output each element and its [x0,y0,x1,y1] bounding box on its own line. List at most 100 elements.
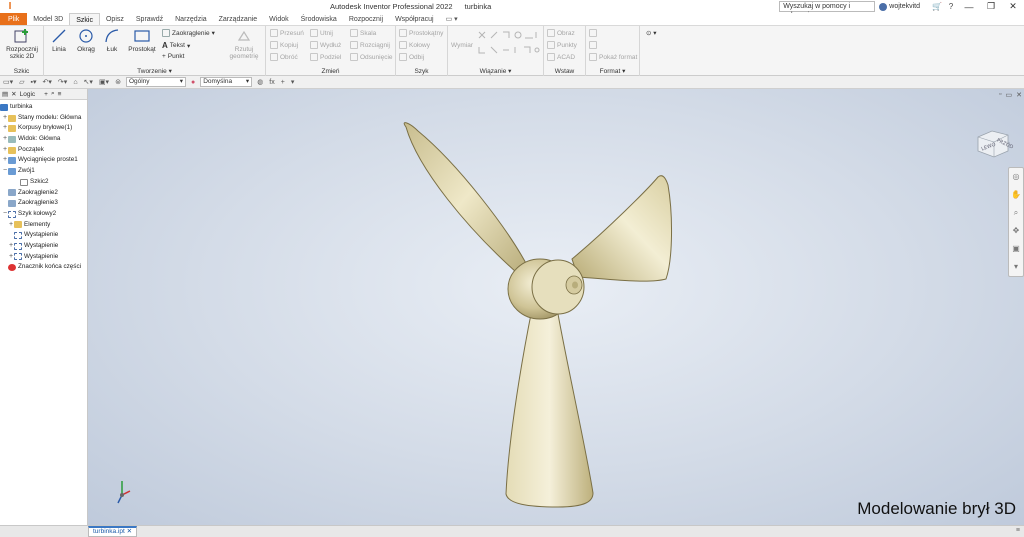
home-icon[interactable]: ⌂ [73,79,77,86]
arc-button[interactable]: Łuk [101,28,123,53]
rectangular-pattern-button[interactable]: Prostokątny [399,29,443,37]
appearance-icon[interactable]: ● [191,79,195,86]
style-icon[interactable]: ⊜ [115,78,121,86]
tree-item[interactable]: + Początek [0,145,87,156]
style-select[interactable]: Ogólny ▾ [125,77,186,87]
centerline-button[interactable] [589,41,597,49]
tree-item[interactable]: + Korpusy bryłowe(1) [0,123,87,134]
doc-tab-turbinka[interactable]: turbinka.ipt ✕ [88,526,138,537]
tree-item[interactable]: Znacznik końca części [0,262,87,273]
scale-button[interactable]: Skala [350,29,376,37]
text-button[interactable]: A Tekst ▾ [162,41,190,50]
rectangle-button[interactable]: Prostokąt [126,28,158,53]
fillet-button[interactable]: Zaokrąglenie ▾ [162,29,215,37]
tab-zarzadzanie[interactable]: Zarządzanie [213,13,264,25]
tree-item[interactable]: Szkic2 [0,177,87,188]
save-icon[interactable]: ▪▾ [31,78,37,86]
tree-item[interactable]: − Zwój1 [0,166,87,177]
trim-button[interactable]: Utnij [310,29,333,37]
open-icon[interactable]: ▱ [19,78,24,86]
ribbon-options-icon[interactable]: ▭ ▾ [446,13,458,25]
mirror-button[interactable]: Odbij [399,53,424,61]
tree-item[interactable]: + Wystąpienie [0,252,87,263]
rectangle-icon [134,30,150,42]
offset-button[interactable]: Odsunięcie [350,53,393,61]
help-search-input[interactable]: Wyszukaj w pomocy i polecenia [779,1,876,19]
tab-sprawdz[interactable]: Sprawdź [130,13,169,25]
look-at-icon[interactable]: ▣ [1009,240,1023,258]
browser-add-icon[interactable]: + [44,91,48,98]
new-icon[interactable]: ▭▾ [3,78,13,86]
tab-opisz[interactable]: Opisz [100,13,130,25]
help-icon[interactable]: ? [944,2,958,11]
tree-item[interactable]: − Szyk kołowy2 [0,209,87,220]
circle-button[interactable]: Okrąg [74,28,98,53]
update-icon[interactable]: ▣▾ [99,78,109,86]
orbit-icon[interactable]: ✥ [1009,222,1023,240]
move-button[interactable]: Przesuń [270,29,304,37]
redo-icon[interactable]: ↷▾ [58,78,67,86]
line-button[interactable]: Linia [48,28,70,53]
adjust-icon[interactable]: ◍ [257,78,263,86]
pan-icon[interactable]: ✋ [1009,186,1023,204]
tab-szkic[interactable]: Szkic [69,13,100,25]
zoom-icon[interactable]: ⌕ [1009,204,1023,222]
acad-button[interactable]: ACAD [547,53,575,61]
tab-wspolpracuj[interactable]: Współpracuj [389,13,440,25]
browser-search-icon[interactable]: ⌕ [51,90,55,98]
add-icon[interactable]: + [281,79,285,86]
navbar-menu-icon[interactable]: ▾ [1009,258,1023,276]
user-account[interactable]: wojtekvitd [879,2,920,11]
tab-narzedzia[interactable]: Narzędzia [169,13,213,25]
extend-button[interactable]: Wydłuż [310,41,341,49]
browser-menu-icon[interactable]: ≡ [58,91,62,98]
circular-pattern-button[interactable]: Kołowy [399,41,430,49]
tab-widok[interactable]: Widok [263,13,294,25]
tree-item[interactable]: + Widok: Główna [0,134,87,145]
copy-button[interactable]: Kopiuj [270,41,298,49]
parameters-icon[interactable]: fx [269,79,274,86]
minimize-button[interactable]: — [958,2,980,12]
rotate-button[interactable]: Obróć [270,53,298,61]
tree-item[interactable]: Zaokrąglenie2 [0,188,87,199]
construction-button[interactable] [589,29,597,37]
image-button[interactable]: Obraz [547,29,575,37]
finish-sketch-dropdown[interactable]: ⊙ ▾ [646,29,657,37]
tree-item[interactable]: + Stany modelu: Główna [0,113,87,124]
doc-tab-close-icon[interactable]: ✕ [127,528,132,535]
start-sketch-button[interactable]: Rozpocznij szkic 2D [2,28,42,60]
browser-tab-logic[interactable]: Logic [20,91,36,98]
browser-close-icon[interactable]: ✕ [11,90,16,98]
view-cube: LEWO PRZÓD [977,130,1015,158]
close-button[interactable]: ✕ [1002,1,1024,12]
cart-icon[interactable]: 🛒 [930,2,944,11]
tree-root[interactable]: turbinka [0,102,87,113]
undo-icon[interactable]: ↶▾ [43,78,52,86]
customize-icon[interactable]: ▾ [291,78,295,86]
inventor-logo-icon[interactable]: I [4,1,16,13]
split-button[interactable]: Podziel [310,53,341,61]
dimension-button[interactable]: Wymiar [450,42,474,49]
browser-model-icon[interactable]: ▤ [2,90,8,98]
tab-model-3d[interactable]: Model 3D [27,13,69,25]
show-format-button[interactable]: Pokaż format [589,53,637,61]
tree-item[interactable]: Wystąpienie [0,230,87,241]
point-button[interactable]: + Punkt [162,53,184,60]
turbine-model[interactable]: LEWO PRZÓD [88,89,1024,525]
tabs-menu-icon[interactable]: ≡ [1016,527,1020,534]
tree-item[interactable]: Zaokrąglenie3 [0,198,87,209]
select-icon[interactable]: ↖▾ [84,78,93,86]
graphics-viewport[interactable]: ▫ ▭ ✕ LEWO PRZÓD ◎ ✋ ⌕ ✥ ▣ ▾ Modelowanie… [88,89,1024,525]
tab-srodowiska[interactable]: Środowiska [295,13,343,25]
steering-wheel-icon[interactable]: ◎ [1009,168,1023,186]
tree-item[interactable]: + Wystąpienie [0,241,87,252]
tab-rozpocznij[interactable]: Rozpocznij [343,13,389,25]
tab-plik[interactable]: Plik [0,13,28,25]
restore-button[interactable]: ❐ [980,1,1002,12]
tree-item[interactable]: + Elementy [0,220,87,231]
stretch-button[interactable]: Rozciągnij [350,41,390,49]
project-geometry-button[interactable]: Rzutuj geometrię [224,28,264,60]
tree-item[interactable]: + Wyciągnięcie proste1 [0,155,87,166]
appearance-select[interactable]: Domyślna ▾ [200,77,253,87]
points-button[interactable]: Punkty [547,41,577,49]
